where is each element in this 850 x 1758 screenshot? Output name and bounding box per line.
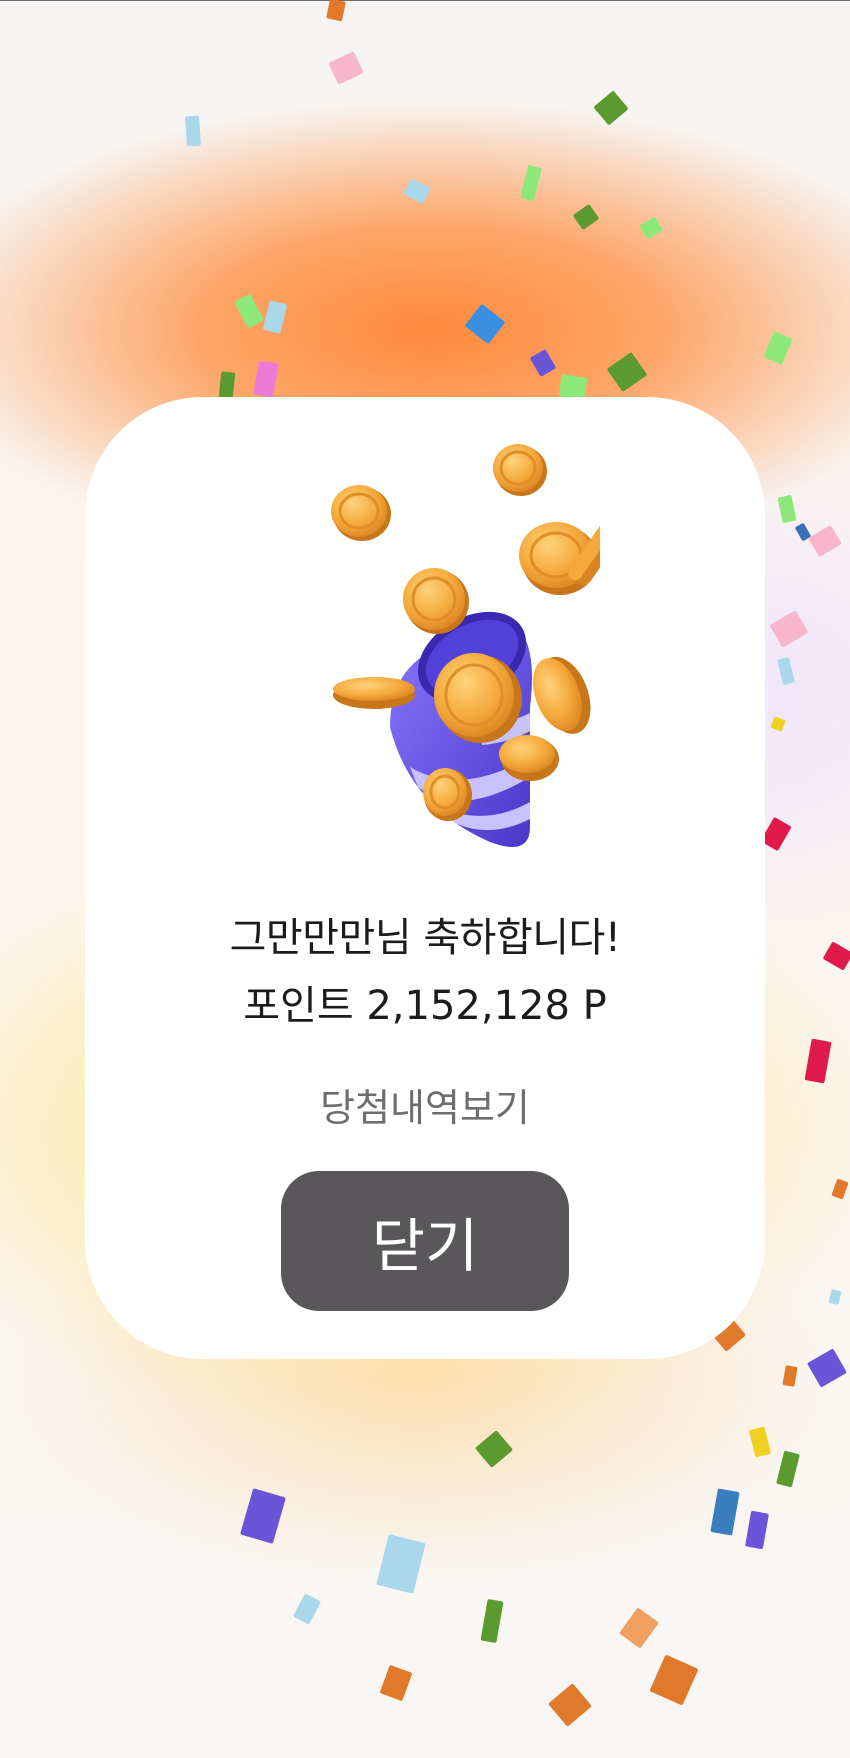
confetti-piece — [403, 177, 431, 205]
confetti-piece — [649, 1654, 699, 1706]
reward-popup-card: 그만만만님 축하합니다! 포인트 2,152,128 P 당첨내역보기 닫기 — [85, 397, 765, 1359]
confetti-piece — [776, 1450, 800, 1488]
congratulations-title: 그만만만님 축하합니다! — [229, 915, 621, 961]
status-divider — [0, 0, 850, 1]
confetti-piece — [558, 374, 588, 400]
view-winning-history-link[interactable]: 당첨내역보기 — [275, 1077, 575, 1132]
party-popper-coins-icon — [331, 444, 600, 847]
confetti-piece — [770, 716, 786, 732]
confetti-piece — [769, 610, 809, 648]
confetti-piece — [777, 494, 797, 524]
confetti-piece — [748, 1426, 772, 1458]
confetti-piece — [548, 1683, 592, 1727]
confetti-piece — [822, 941, 850, 971]
confetti-piece — [745, 1510, 769, 1550]
confetti-piece — [326, 0, 346, 22]
confetti-piece — [619, 1607, 659, 1649]
confetti-piece — [828, 1288, 842, 1306]
points-amount: 포인트 2,152,128 P — [243, 983, 607, 1029]
confetti-piece — [240, 1488, 286, 1544]
confetti-piece — [253, 360, 279, 398]
confetti-piece — [474, 1430, 514, 1468]
confetti-piece — [184, 115, 202, 147]
confetti-piece — [808, 524, 842, 558]
confetti-piece — [606, 351, 648, 393]
confetti-piece — [376, 1534, 426, 1594]
confetti-piece — [520, 164, 542, 202]
confetti-piece — [218, 371, 236, 399]
confetti-piece — [782, 1365, 798, 1387]
confetti-piece — [292, 1593, 322, 1625]
close-button[interactable]: 닫기 — [281, 1171, 569, 1311]
confetti-piece — [464, 303, 506, 345]
confetti-piece — [379, 1664, 413, 1702]
confetti-piece — [593, 90, 629, 126]
confetti-piece — [480, 1598, 504, 1644]
confetti-piece — [831, 1178, 849, 1200]
confetti-piece — [807, 1348, 847, 1388]
confetti-piece — [710, 1488, 740, 1536]
confetti-piece — [777, 656, 795, 686]
confetti-piece — [234, 293, 264, 329]
confetti-piece — [529, 348, 557, 378]
confetti-piece — [763, 331, 793, 365]
confetti-piece — [572, 203, 600, 231]
confetti-piece — [804, 1038, 832, 1084]
confetti-piece — [760, 816, 792, 852]
confetti-piece — [328, 51, 364, 85]
confetti-piece — [262, 300, 288, 334]
confetti-piece — [639, 216, 663, 240]
